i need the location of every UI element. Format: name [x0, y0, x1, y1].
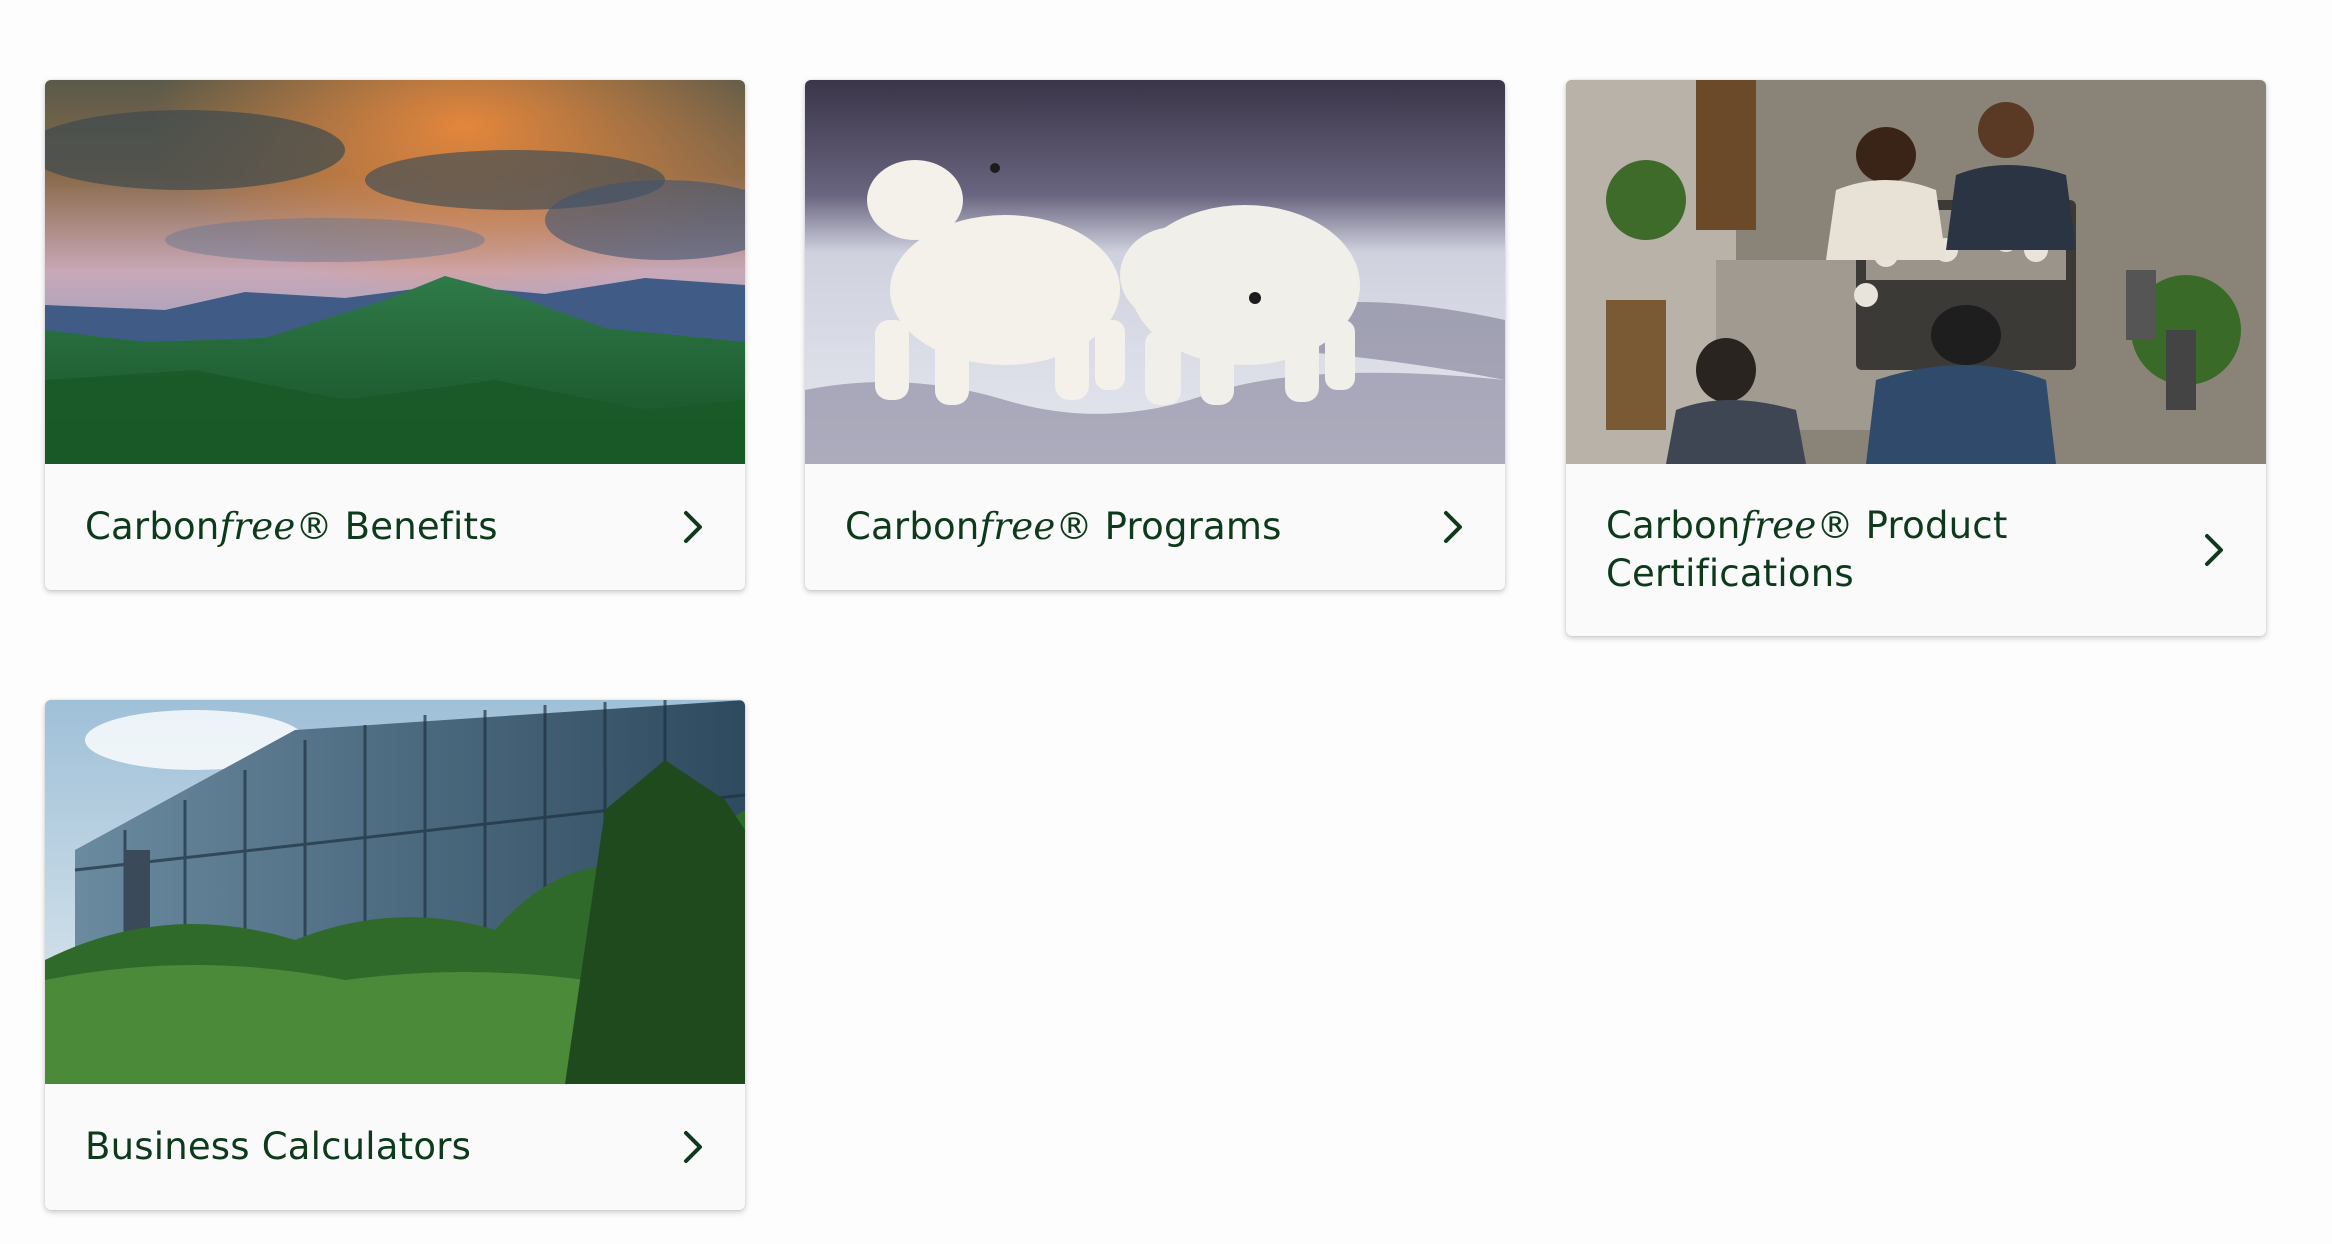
card-title: Carbonfree® Product Certifications	[1606, 504, 2008, 595]
cafe-baristas-photo	[1566, 80, 2266, 464]
glass-office-building-photo	[45, 700, 745, 1084]
card-title: Carbonfree® Programs	[845, 505, 1282, 548]
chevron-right-icon[interactable]	[1437, 507, 1469, 547]
card-carbonfree-programs[interactable]: Carbonfree® Programs	[805, 80, 1505, 590]
polar-bears-photo	[805, 80, 1505, 464]
card-footer: Business Calculators	[45, 1084, 745, 1210]
card-title: Carbonfree® Benefits	[85, 505, 498, 548]
chevron-right-icon[interactable]	[2198, 530, 2230, 570]
card-title: Business Calculators	[85, 1125, 472, 1168]
chevron-right-icon[interactable]	[677, 1127, 709, 1167]
card-footer: Carbonfree® Programs	[805, 464, 1505, 590]
card-business-calculators[interactable]: Business Calculators	[45, 700, 745, 1210]
card-carbonfree-product-certifications[interactable]: Carbonfree® Product Certifications	[1566, 80, 2266, 636]
mountain-forest-sunset-photo	[45, 80, 745, 464]
card-carbonfree-benefits[interactable]: Carbonfree® Benefits	[45, 80, 745, 590]
card-footer: Carbonfree® Benefits	[45, 464, 745, 590]
card-footer: Carbonfree® Product Certifications	[1566, 464, 2266, 636]
chevron-right-icon[interactable]	[677, 507, 709, 547]
